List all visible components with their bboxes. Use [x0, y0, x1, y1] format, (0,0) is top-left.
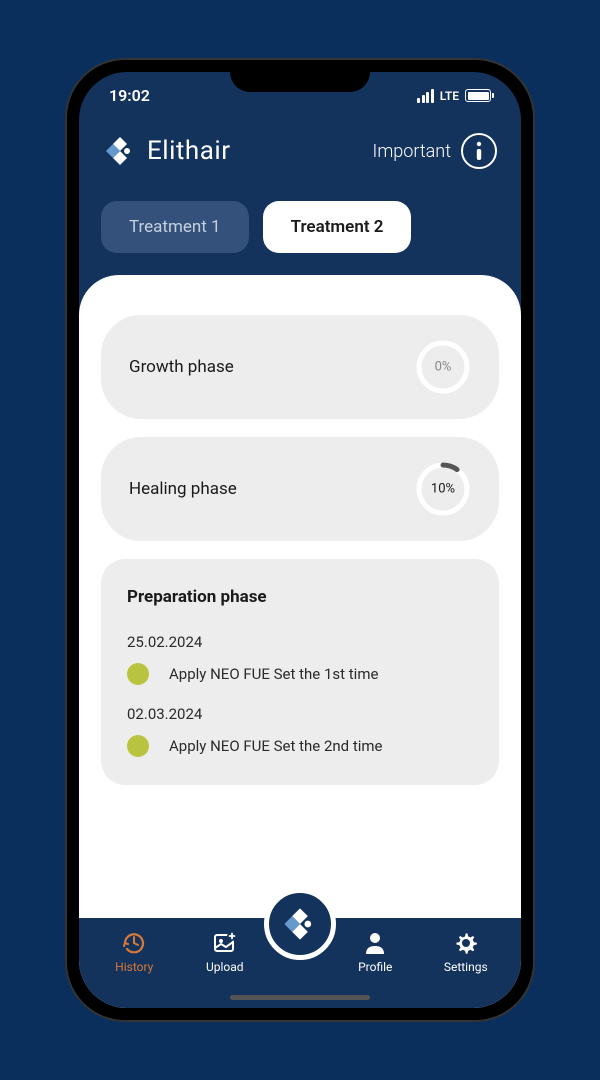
healing-phase-card[interactable]: Healing phase 10%: [101, 437, 499, 541]
task-bullet-icon: [127, 735, 149, 757]
nav-history[interactable]: History: [104, 930, 164, 974]
nav-upload-label: Upload: [206, 960, 244, 974]
task-date: 25.02.2024: [127, 633, 473, 651]
logo-group[interactable]: Elithair: [103, 134, 231, 168]
home-indicator[interactable]: [230, 995, 370, 1000]
healing-percent: 10%: [431, 482, 455, 497]
profile-icon: [362, 930, 388, 956]
growth-progress-ring: 0%: [415, 339, 471, 395]
important-label: Important: [373, 141, 451, 162]
network-label: LTE: [440, 89, 459, 103]
task-date: 02.03.2024: [127, 705, 473, 723]
task-text: Apply NEO FUE Set the 1st time: [169, 665, 378, 683]
preparation-title: Preparation phase: [127, 587, 473, 607]
phone-screen: 19:02 LTE: [79, 72, 521, 1008]
growth-phase-label: Growth phase: [129, 357, 234, 377]
growth-phase-card[interactable]: Growth phase 0%: [101, 315, 499, 419]
status-right: LTE: [417, 89, 491, 103]
tabs: Treatment 1 Treatment 2: [79, 187, 521, 275]
tab-treatment-2[interactable]: Treatment 2: [263, 201, 412, 253]
nav-upload[interactable]: Upload: [195, 930, 255, 974]
nav-settings[interactable]: Settings: [436, 930, 496, 974]
tab-treatment-1[interactable]: Treatment 1: [101, 201, 249, 253]
settings-icon: [453, 930, 479, 956]
task-row[interactable]: Apply NEO FUE Set the 1st time: [127, 663, 473, 685]
task-text: Apply NEO FUE Set the 2nd time: [169, 737, 383, 755]
healing-progress-ring: 10%: [415, 461, 471, 517]
status-time: 19:02: [109, 86, 150, 105]
phone-frame: 19:02 LTE: [67, 60, 533, 1020]
nav-profile-label: Profile: [358, 960, 392, 974]
preparation-card: Preparation phase 25.02.2024 Apply NEO F…: [101, 559, 499, 785]
healing-phase-label: Healing phase: [129, 479, 237, 499]
task-bullet-icon: [127, 663, 149, 685]
notch: [230, 60, 370, 92]
task-row[interactable]: Apply NEO FUE Set the 2nd time: [127, 735, 473, 757]
signal-icon: [417, 89, 434, 103]
brand-logo-icon: [103, 134, 137, 168]
nav-settings-label: Settings: [444, 960, 488, 974]
center-home-button[interactable]: [264, 888, 336, 960]
history-icon: [121, 930, 147, 956]
nav-profile[interactable]: Profile: [345, 930, 405, 974]
brand-name: Elithair: [147, 136, 231, 166]
important-group[interactable]: Important: [373, 133, 497, 169]
battery-icon: [465, 89, 491, 102]
brand-logo-icon: [281, 905, 319, 943]
info-icon[interactable]: [461, 133, 497, 169]
upload-icon: [212, 930, 238, 956]
app-header: Elithair Important: [79, 109, 521, 187]
nav-history-label: History: [115, 960, 153, 974]
growth-percent: 0%: [435, 360, 452, 375]
